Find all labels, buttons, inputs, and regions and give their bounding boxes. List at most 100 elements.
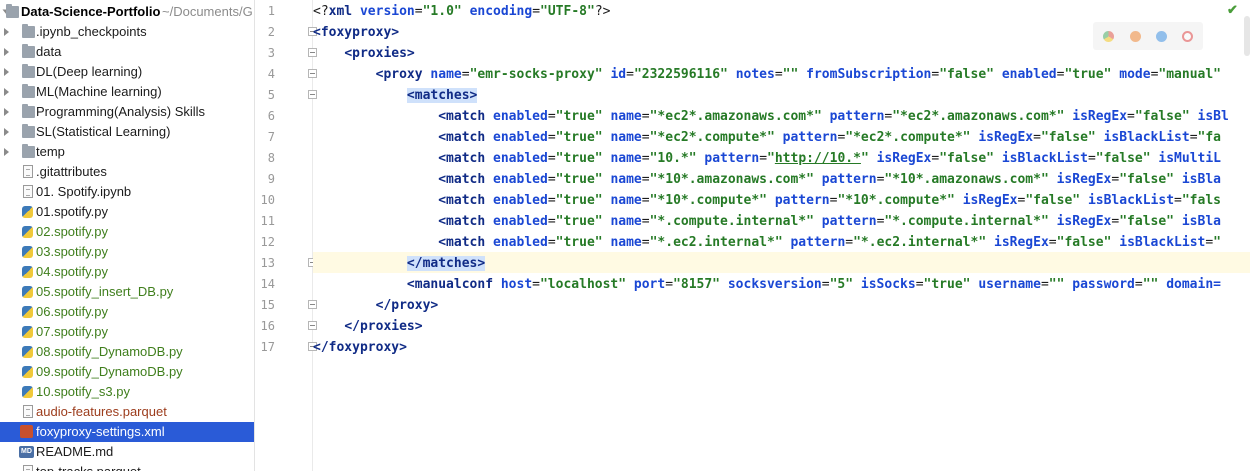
tag-token: <match [438, 172, 494, 187]
tree-item[interactable]: DL(Deep learning) [0, 62, 254, 82]
tree-item[interactable]: 06.spotify.py [0, 302, 254, 322]
code-line[interactable]: </proxies> [313, 316, 423, 337]
project-root[interactable]: Data-Science-Portfolio ~/Documents/G [0, 2, 254, 22]
file-icon [23, 185, 33, 198]
tree-item[interactable]: 10.spotify_s3.py [0, 382, 254, 402]
value-token: "*ec2*.amazonaws.com*" [892, 109, 1073, 124]
tree-item[interactable]: .gitattributes [0, 162, 254, 182]
tree-item[interactable]: SL(Statistical Learning) [0, 122, 254, 142]
tree-item-label: 02.spotify.py [36, 224, 109, 239]
code-line[interactable]: <match enabled="true" name="*10*.amazona… [313, 169, 1221, 190]
file-icon [23, 165, 33, 178]
code-line[interactable]: </matches> [313, 253, 486, 274]
tree-item[interactable]: data [0, 42, 254, 62]
code-line[interactable]: <proxies> [313, 43, 414, 64]
whitespace-token: = [1205, 235, 1214, 250]
value-token: "*ec2*.compute*" [649, 130, 783, 145]
code-line[interactable]: <match enabled="true" name="10.*" patter… [313, 148, 1221, 169]
attribute-token: isRegEx [994, 235, 1049, 250]
code-line[interactable]: </proxy> [313, 295, 439, 316]
code-line[interactable]: <matches> [313, 85, 478, 106]
chevron-right-icon[interactable] [4, 148, 9, 156]
whitespace-token: = [414, 4, 423, 19]
url-token[interactable]: http://10.* [775, 151, 861, 166]
tree-item[interactable]: 05.spotify_insert_DB.py [0, 282, 254, 302]
tree-item[interactable]: 02.spotify.py [0, 222, 254, 242]
code-line[interactable]: <foxyproxy> [313, 22, 399, 43]
tree-item[interactable]: 07.spotify.py [0, 322, 254, 342]
chevron-right-icon[interactable] [4, 68, 9, 76]
tree-item[interactable]: temp [0, 142, 254, 162]
whitespace-token: = [845, 235, 854, 250]
tree-item[interactable]: 03.spotify.py [0, 242, 254, 262]
python-file-icon [22, 226, 33, 238]
attribute-token: pattern [790, 235, 846, 250]
attribute-token: enabled [493, 193, 548, 208]
value-token: "1.0" [422, 4, 470, 19]
code-line[interactable]: <match enabled="true" name="*ec2*.amazon… [313, 106, 1229, 127]
attribute-token: pattern [829, 109, 885, 124]
whitespace-token: = [547, 172, 556, 187]
tree-item[interactable]: ML(Machine learning) [0, 82, 254, 102]
tag-token: <match [438, 151, 494, 166]
attribute-token: isBla [1181, 172, 1221, 187]
value-token: "localhost" [539, 277, 634, 292]
tree-item[interactable]: 04.spotify.py [0, 262, 254, 282]
code-line[interactable]: <match enabled="true" name="*.compute.in… [313, 211, 1221, 232]
attribute-token: name [610, 109, 642, 124]
chevron-right-icon[interactable] [4, 108, 9, 116]
tree-item[interactable]: 01.spotify.py [0, 202, 254, 222]
code-line[interactable]: <match enabled="true" name="*10*.compute… [313, 190, 1221, 211]
safari-icon[interactable] [1156, 31, 1167, 42]
attribute-token: name [430, 67, 462, 82]
editor-scrollbar[interactable] [1244, 16, 1250, 56]
tree-item[interactable]: audio-features.parquet [0, 402, 254, 422]
value-token: "false" [1040, 130, 1104, 145]
chevron-right-icon[interactable] [4, 128, 9, 136]
chrome-icon[interactable] [1103, 31, 1114, 42]
value-token: "true" [555, 151, 611, 166]
python-file-icon [22, 286, 33, 298]
code-line[interactable]: <?xml version="1.0" encoding="UTF-8"?> [313, 1, 610, 22]
value-token: "emr-socks-proxy" [469, 67, 611, 82]
python-file-icon [22, 346, 33, 358]
whitespace-token: = [915, 277, 924, 292]
attribute-token: isRegEx [1056, 214, 1112, 229]
code-line[interactable]: <match enabled="true" name="*.ec2.intern… [313, 232, 1221, 253]
tree-item[interactable]: MD README.md [0, 442, 254, 462]
value-token: "false" [1119, 172, 1182, 187]
check-icon[interactable]: ✔ [1227, 2, 1238, 18]
whitespace-token: = [1134, 277, 1143, 292]
markdown-file-icon: MD [19, 446, 34, 458]
attribute-token: isBlackList [1103, 130, 1190, 145]
code-line[interactable]: <match enabled="true" name="*ec2*.comput… [313, 127, 1221, 148]
tree-item[interactable]: top-tracks.parquet [0, 462, 254, 471]
value-token: "2322596116" [633, 67, 736, 82]
chevron-right-icon[interactable] [4, 48, 9, 56]
tree-item[interactable]: .ipynb_checkpoints [0, 22, 254, 42]
attribute-token: port [633, 277, 666, 292]
tree-item[interactable]: 08.spotify_DynamoDB.py [0, 342, 254, 362]
opera-icon[interactable] [1182, 31, 1193, 42]
code-editor[interactable]: <?xml version="1.0" encoding="UTF-8"?> <f… [313, 0, 1250, 471]
code-line[interactable]: <proxy name="emr-socks-proxy" id="232259… [313, 64, 1221, 85]
chevron-right-icon[interactable] [4, 28, 9, 36]
tree-item[interactable]: 01. Spotify.ipynb [0, 182, 254, 202]
project-root-path: ~/Documents/G [162, 4, 253, 19]
tag-token: </proxy> [375, 298, 439, 313]
value-token: " [860, 151, 877, 166]
code-line[interactable]: <manualconf host="localhost" port="8157"… [313, 274, 1221, 295]
firefox-icon[interactable] [1130, 31, 1141, 42]
tree-item[interactable]: foxyproxy-settings.xml [0, 422, 254, 442]
tree-item[interactable]: Programming(Analysis) Skills [0, 102, 254, 122]
chevron-right-icon[interactable] [4, 88, 9, 96]
tree-item[interactable]: 09.spotify_DynamoDB.py [0, 362, 254, 382]
code-line[interactable]: </foxyproxy> [313, 337, 407, 358]
tag-token: </proxies> [344, 319, 423, 334]
value-token: "true" [555, 193, 611, 208]
